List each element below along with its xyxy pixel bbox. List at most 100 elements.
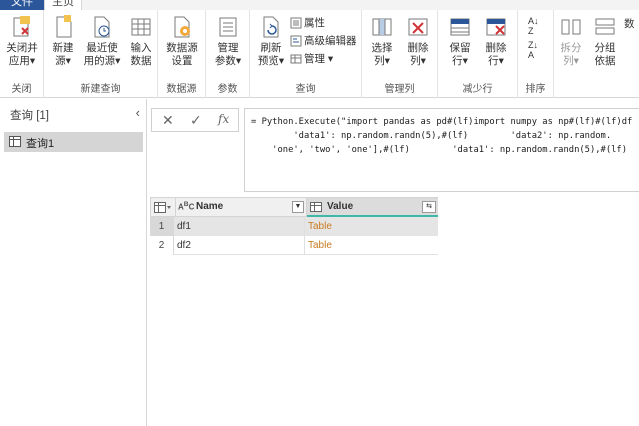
group-data-source: 数据源 设置 数据源 [158,10,206,98]
table-type-icon [310,202,322,215]
filter-dropdown-icon[interactable]: ▼ [292,201,304,213]
remove-rows-label: 删除 行▾ [485,42,507,67]
formula-line: = Python.Execute("import pandas as pd#(l… [251,117,633,127]
group-reduce-rows: 保留 行▾ 删除 行▾ 减少行 [438,10,518,98]
refresh-preview-label: 刷新 预览▾ [257,42,285,67]
table-row[interactable]: 2 df2 Table [150,236,438,255]
group-parameters: 管理 参数▾ 参数 [206,10,250,98]
group-query: 刷新 预览▾ 属性 高级编辑器 管理 ▾ 查询 [250,10,362,98]
query-item[interactable]: 查询1 [4,132,143,152]
sort-descending-icon[interactable]: Z↓ A [528,40,538,60]
cell-value-link[interactable]: Table [305,236,438,255]
manage-parameters-button[interactable]: 管理 参数▾ [210,14,246,68]
split-column-icon [561,19,581,35]
choose-columns-icon [372,18,392,36]
group-by-button[interactable]: 分组 依据 [590,14,620,68]
group-by-label: 分组 依据 [594,42,616,67]
column-header-value[interactable]: Value ⇆ [306,198,438,218]
manage-icon [290,54,302,64]
data-source-settings-button[interactable]: 数据源 设置 [164,14,200,68]
group-label-manage-columns: 管理列 [384,84,415,95]
tab-file[interactable]: 文件 [0,0,44,10]
recent-sources-label: 最近使 用的源▾ [83,42,121,67]
close-apply-label: 关闭并 应用▾ [6,42,38,67]
group-label-sort: 排序 [525,84,546,95]
keep-rows-icon [450,18,470,36]
keep-rows-label: 保留 行▾ [449,42,471,67]
new-source-label: 新建 源▾ [52,42,74,67]
remove-rows-button[interactable]: 删除 行▾ [480,14,512,68]
table-row[interactable]: 1 df1 Table [150,217,438,236]
cancel-formula-icon[interactable]: ✕ [162,112,174,129]
choose-columns-label: 选择 列▾ [371,42,393,67]
recent-sources-button[interactable]: 最近使 用的源▾ [82,14,122,68]
enter-data-label: 输入 数据 [130,42,152,67]
new-source-button[interactable]: 新建 源▾ [48,14,78,68]
queries-pane: 查询 [1] ‹ 查询1 [0,99,147,426]
refresh-preview-button[interactable]: 刷新 预览▾ [254,14,288,68]
expand-column-icon[interactable]: ⇆ [422,201,436,213]
row-number: 1 [150,217,174,236]
group-label-query: 查询 [295,84,316,95]
remove-columns-button[interactable]: 删除 列▾ [402,14,434,68]
refresh-icon [263,16,279,38]
cell-value-link[interactable]: Table [305,217,438,236]
cell-name[interactable]: df2 [174,236,305,255]
keep-rows-button[interactable]: 保留 行▾ [444,14,476,68]
tab-home[interactable]: 主页 [44,0,82,10]
ribbon: 关闭并 应用▾ 关闭 新建 源▾ 最近使 用的源▾ 输入 数据 新建查询 数据源… [0,10,639,98]
group-transform: 拆分 列▾ 分组 依据 数 [554,10,639,98]
formula-buttons: ✕ ✓ fx [151,108,239,132]
grid-header: ABC Name ▼ Value ⇆ [150,197,438,218]
properties-label: 属性 [304,17,325,29]
data-source-settings-icon [174,16,190,38]
data-type-button[interactable]: 数 [624,16,635,32]
collapse-pane-icon[interactable]: ‹ [136,105,140,120]
remove-rows-icon [486,18,506,36]
data-source-settings-label: 数据源 设置 [166,42,198,67]
text-type-icon[interactable]: ABC [178,201,194,212]
enter-data-button[interactable]: 输入 数据 [126,14,156,68]
sort-ascending-icon[interactable]: A↓ Z [528,16,539,36]
properties-icon [290,17,302,29]
ribbon-tabs: 文件 主页 [0,0,639,10]
split-column-button[interactable]: 拆分 列▾ [556,14,586,68]
group-label-reduce-rows: 减少行 [462,84,493,95]
advanced-editor-icon [290,35,302,47]
formula-bar[interactable]: = Python.Execute("import pandas as pd#(l… [244,108,639,192]
parameters-icon [219,17,237,37]
advanced-editor-button[interactable]: 高级编辑器 [290,33,357,49]
query-item-label: 查询1 [26,138,55,150]
group-label-new-query: 新建查询 [80,84,121,95]
commit-formula-icon[interactable]: ✓ [190,112,202,129]
table-menu-icon[interactable] [154,202,172,216]
remove-columns-icon [408,18,428,36]
group-close: 关闭并 应用▾ 关闭 [0,10,44,98]
choose-columns-button[interactable]: 选择 列▾ [366,14,398,68]
formula-line: 'one', 'two', 'one'],#(lf) 'data1': np.r… [251,145,628,155]
advanced-editor-label: 高级编辑器 [304,35,357,47]
function-icon[interactable]: fx [218,112,229,126]
table-icon [131,18,151,36]
column-header-name[interactable]: ABC Name ▼ [175,198,306,216]
row-number: 2 [150,236,174,255]
manage-query-button[interactable]: 管理 ▾ [290,51,333,67]
close-apply-icon [13,16,30,37]
cell-name[interactable]: df1 [174,217,305,236]
group-sort: A↓ Z Z↓ A 排序 [518,10,554,98]
formula-line: 'data1': np.random.randn(5),#(lf) 'data2… [251,131,612,141]
split-column-label: 拆分 列▾ [560,42,582,67]
power-query-editor: 文件 主页 关闭并 应用▾ 关闭 新建 源▾ 最近使 用的源▾ 输入 数据 新建… [0,0,639,426]
group-new-query: 新建 源▾ 最近使 用的源▾ 输入 数据 新建查询 [44,10,158,98]
group-label-parameters: 参数 [217,84,238,95]
recent-sources-icon [94,16,110,38]
group-label-close: 关闭 [11,84,32,95]
column-name-label: Name [196,201,224,212]
group-by-icon [595,18,615,35]
manage-query-label: 管理 ▾ [304,53,334,65]
group-manage-columns: 选择 列▾ 删除 列▾ 管理列 [362,10,438,98]
queries-header: 查询 [1] [10,110,49,122]
close-apply-button[interactable]: 关闭并 应用▾ [2,14,42,68]
table-icon [9,136,21,147]
properties-button[interactable]: 属性 [290,15,325,31]
